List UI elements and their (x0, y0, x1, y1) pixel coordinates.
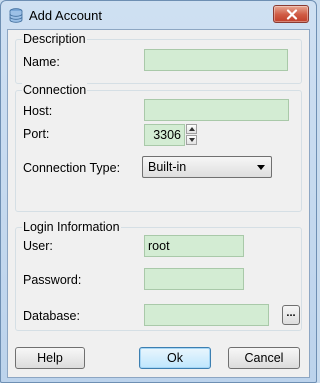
connection-type-label: Connection Type: (23, 161, 121, 175)
database-label: Database: (23, 309, 80, 323)
login-information-group-title: Login Information (22, 220, 121, 234)
user-field[interactable]: root (144, 235, 244, 257)
port-decrement-button[interactable] (186, 135, 197, 145)
connection-type-select[interactable]: Built-in (142, 156, 272, 178)
password-label: Password: (23, 273, 82, 287)
database-icon (9, 8, 23, 23)
database-field[interactable] (144, 304, 269, 326)
port-field[interactable]: 3306 (144, 124, 185, 146)
port-increment-button[interactable] (186, 124, 197, 134)
user-label: User: (23, 239, 53, 253)
connection-group: Connection Host: Port: 3306 Connection T… (15, 83, 302, 212)
connection-type-value: Built-in (148, 160, 187, 174)
window-title: Add Account (29, 8, 102, 23)
add-account-dialog: Add Account Description Name: Connection… (0, 0, 317, 383)
name-label: Name: (23, 55, 60, 69)
description-group-title: Description (22, 32, 87, 46)
help-button[interactable]: Help (15, 347, 85, 369)
close-button[interactable] (273, 5, 309, 23)
dialog-content: Description Name: Connection Host: Port:… (7, 29, 310, 378)
dropdown-arrow-icon (257, 165, 265, 170)
host-field[interactable] (144, 99, 289, 121)
chevron-up-icon (189, 127, 195, 131)
name-field[interactable] (144, 49, 288, 71)
title-bar[interactable]: Add Account (1, 1, 316, 29)
close-icon (286, 9, 298, 20)
host-label: Host: (23, 104, 53, 118)
cancel-button[interactable]: Cancel (228, 347, 300, 369)
port-label: Port: (23, 127, 50, 141)
login-information-group: Login Information User: root Password: D… (15, 220, 302, 331)
description-group: Description Name: (15, 32, 302, 84)
ok-button[interactable]: Ok (139, 347, 211, 369)
password-field[interactable] (144, 268, 244, 290)
connection-group-title: Connection (22, 83, 88, 97)
browse-database-button[interactable]: ... (282, 305, 300, 325)
chevron-down-icon (189, 138, 195, 142)
